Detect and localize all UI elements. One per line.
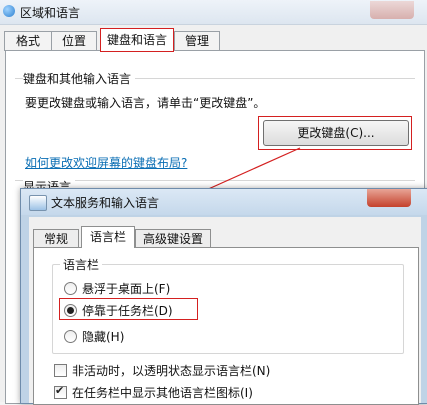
radio-hidden-label: 隐藏(H) — [82, 330, 125, 344]
inner-title-bar: 文本服务和输入语言 — [21, 189, 427, 215]
inner-close-button[interactable] — [367, 189, 411, 207]
tab-language-bar[interactable]: 语言栏 — [81, 226, 135, 248]
keyboard-icon — [29, 195, 47, 211]
checkbox-transparent-label: 非活动时，以透明状态显示语言栏(N) — [72, 364, 271, 378]
inner-body: 常规 语言栏 高级键设置 语言栏 悬浮于桌面上(F) 停靠于任务栏(D) 隐藏(… — [29, 217, 421, 405]
radio-float-label: 悬浮于桌面上(F) — [82, 282, 171, 296]
checkbox-checked[interactable] — [54, 384, 67, 399]
tab-keyboard-language[interactable]: 键盘和语言 — [100, 28, 174, 52]
checkbox[interactable] — [54, 364, 67, 377]
radio-button[interactable] — [64, 282, 77, 295]
radio-dock-label: 停靠于任务栏(D) — [82, 304, 173, 318]
checkbox-extra-icons-label: 在任务栏中显示其他语言栏图标(I) — [72, 386, 253, 400]
inner-window-title: 文本服务和输入语言 — [51, 196, 160, 210]
tab-advanced-key-settings[interactable]: 高级键设置 — [135, 229, 211, 248]
text-services-dialog: 文本服务和输入语言 常规 语言栏 高级键设置 语言栏 悬浮于桌面上(F) 停靠于… — [20, 188, 427, 405]
radio-button[interactable] — [64, 330, 77, 343]
inner-tab-panel: 语言栏 悬浮于桌面上(F) 停靠于任务栏(D) 隐藏(H) 非活动时，以透明状态… — [33, 247, 419, 405]
tab-general[interactable]: 常规 — [33, 229, 79, 248]
radio-button-selected[interactable] — [64, 304, 77, 317]
language-bar-group-title: 语言栏 — [60, 256, 103, 273]
